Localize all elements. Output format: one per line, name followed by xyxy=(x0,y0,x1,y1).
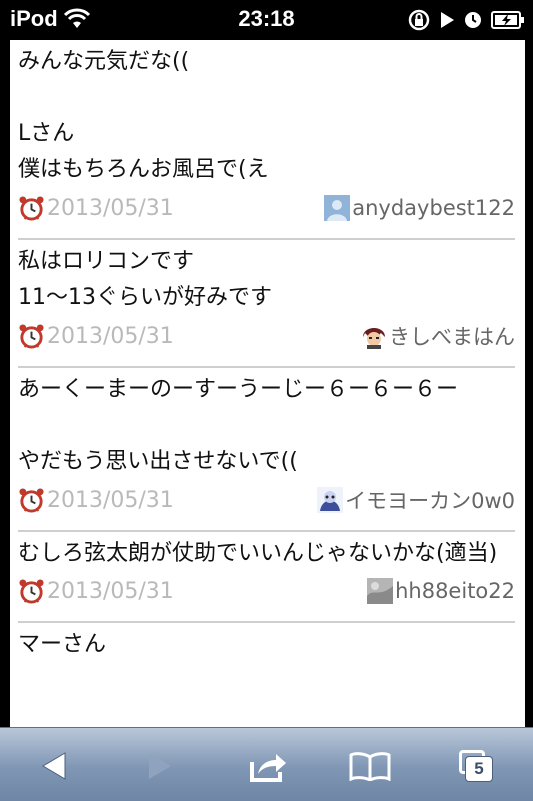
comment-post: むしろ弦太朗が仗助でいいんじゃないかな(適当) 2013/05/31 hh88e… xyxy=(18,532,515,623)
author-name[interactable]: hh88eito22 xyxy=(395,579,515,603)
comment-line: むしろ弦太朗が仗助でいいんじゃないかな(適当) xyxy=(18,541,498,566)
date-text: 2013/05/31 xyxy=(47,323,174,349)
post-date: 2013/05/31 xyxy=(18,195,174,222)
browser-toolbar: 5 xyxy=(0,727,533,801)
post-date: 2013/05/31 xyxy=(18,578,174,605)
post-date: 2013/05/31 xyxy=(18,323,174,350)
author-name[interactable]: anydaybest122 xyxy=(352,196,515,220)
bookmarks-book-icon xyxy=(349,752,391,781)
date-text: 2013/05/31 xyxy=(47,578,174,604)
alarm-clock-icon xyxy=(19,195,44,221)
comment-line: 11〜13ぐらいが好みです xyxy=(18,285,272,310)
alarm-clock-icon xyxy=(19,487,44,513)
comment-line: 私はロリコンです xyxy=(18,249,195,274)
web-content[interactable]: みんな元気だな(( Lさん 僕はもちろんお風呂で(え 2013/05/31 an… xyxy=(10,40,525,727)
share-icon xyxy=(250,754,286,782)
anime-character-avatar xyxy=(361,323,387,349)
status-bar: iPod 23:18 xyxy=(0,0,533,40)
post-author[interactable]: hh88eito22 xyxy=(367,578,515,604)
comment-post: みんな元気だな(( Lさん 僕はもちろんお風呂で(え 2013/05/31 an… xyxy=(18,40,515,240)
share-button[interactable] xyxy=(246,746,290,786)
comment-post: マーさん xyxy=(18,623,515,673)
back-arrow-icon xyxy=(42,752,66,780)
comment-post: 私はロリコンです 11〜13ぐらいが好みです 2013/05/31 きしべまはん xyxy=(18,240,515,368)
post-author[interactable]: きしべまはん xyxy=(361,321,515,351)
alarm-clock-icon xyxy=(19,578,44,604)
forward-arrow-icon xyxy=(149,753,171,779)
pages-button[interactable]: 5 xyxy=(454,746,498,786)
post-meta: 2013/05/31 anydaybest122 xyxy=(18,188,515,228)
comment-line: マーさん xyxy=(18,632,107,657)
post-date: 2013/05/31 xyxy=(18,487,174,514)
post-author[interactable]: anydaybest122 xyxy=(324,195,515,221)
comment-line: あーくーまーのーすーうーじー６ー６ー６ー xyxy=(18,377,459,402)
battery-charging-icon xyxy=(491,11,525,34)
back-button[interactable] xyxy=(32,746,76,786)
default-person-avatar xyxy=(324,195,351,221)
pages-count: 5 xyxy=(474,759,484,778)
date-text: 2013/05/31 xyxy=(47,195,174,221)
comment-post: あーくーまーのーすーうーじー６ー６ー６ー やだもう思い出させないで(( 2013… xyxy=(18,368,515,532)
orientation-lock-icon xyxy=(407,8,431,37)
post-meta: 2013/05/31 きしべまはん xyxy=(18,316,515,356)
comment-line: Lさん xyxy=(18,121,75,146)
alarm-clock-icon xyxy=(19,323,44,349)
alarm-icon xyxy=(463,10,483,35)
post-meta: 2013/05/31 hh88eito22 xyxy=(18,571,515,611)
pages-icon: 5 xyxy=(459,750,493,782)
author-name[interactable]: きしべまはん xyxy=(389,321,515,351)
blue-character-avatar xyxy=(317,487,344,513)
comment-line: みんな元気だな(( xyxy=(18,49,190,74)
comment-line: やだもう思い出させないで(( xyxy=(18,449,298,474)
post-meta: 2013/05/31 イモヨーカン0w0 xyxy=(18,480,515,520)
play-icon xyxy=(439,11,455,34)
comment-line: 僕はもちろんお風呂で(え xyxy=(18,157,269,182)
author-name[interactable]: イモヨーカン0w0 xyxy=(345,485,515,515)
gray-photo-avatar xyxy=(367,578,394,604)
bookmarks-button[interactable] xyxy=(348,746,392,786)
forward-button[interactable] xyxy=(138,746,182,786)
post-author[interactable]: イモヨーカン0w0 xyxy=(317,485,515,515)
date-text: 2013/05/31 xyxy=(47,487,174,513)
